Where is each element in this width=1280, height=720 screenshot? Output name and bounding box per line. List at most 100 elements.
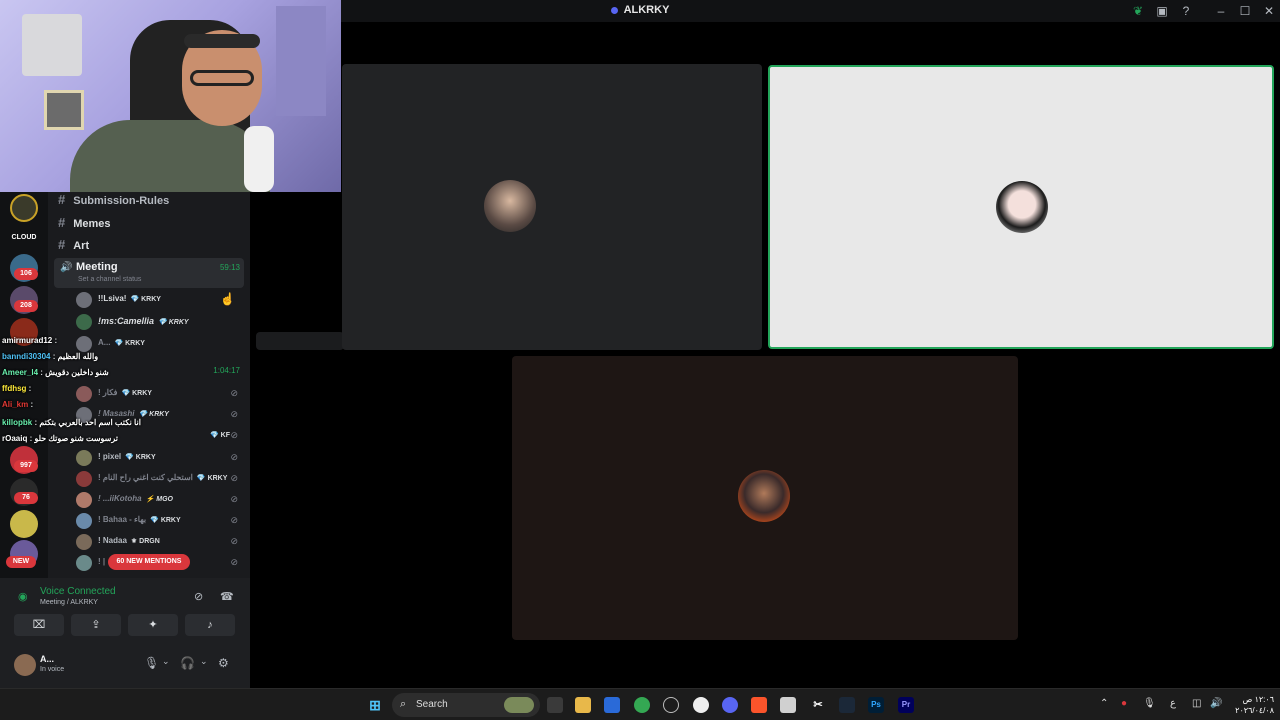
taskbar-search[interactable]: ⌕ Search	[392, 693, 540, 717]
participant-tile[interactable]	[342, 64, 762, 350]
chat-line: amirmurad12 :	[2, 336, 58, 345]
channel-status[interactable]: Set a channel status	[78, 276, 141, 283]
voice-user[interactable]: !!Lsiva! 💎 KRKY	[76, 290, 244, 310]
chevron-down-icon[interactable]: ⌄	[162, 656, 170, 667]
close-button[interactable]: ✕	[1261, 3, 1277, 19]
voice-status[interactable]: Voice Connected	[40, 586, 116, 597]
chat-line: Ali_km :	[2, 400, 34, 409]
voice-user[interactable]: ! استحلي كنت اغني راح النام 💎 KRKY ⊘	[76, 469, 244, 489]
participant-tile-speaking[interactable]	[768, 65, 1274, 349]
chat-line: ffdhsg :	[2, 384, 32, 393]
minimize-button[interactable]: –	[1213, 3, 1229, 19]
user-tag: KRKY	[149, 411, 169, 418]
server-icon[interactable]	[10, 194, 38, 222]
voice-user[interactable]: ! pixel 💎 KRKY ⊘	[76, 448, 244, 468]
maximize-button[interactable]: ☐	[1237, 3, 1253, 19]
chevron-down-icon[interactable]: ⌄	[200, 656, 208, 667]
disconnect-icon[interactable]: ☎	[220, 590, 234, 603]
windows-start-icon[interactable]: ⊞	[367, 697, 383, 713]
chat-user: killopbk	[2, 418, 33, 427]
steam-icon[interactable]	[839, 697, 855, 713]
user-tag: KRKY	[168, 319, 189, 326]
screen-share-button[interactable]: ⇪	[71, 614, 121, 636]
participant-avatar	[996, 181, 1048, 233]
clock[interactable]: ١٢:٠٦ ص ٢٠٢٦/٠٤/٠٨	[1230, 694, 1274, 716]
chrome-icon[interactable]	[634, 697, 650, 713]
server-badge: 76	[14, 492, 38, 504]
voice-user[interactable]: ! ...iiKotoha ⚡ MGO ⊘	[76, 490, 244, 510]
help-icon[interactable]: ?	[1178, 3, 1194, 19]
file-explorer-icon[interactable]	[575, 697, 591, 713]
voice-user[interactable]: A... 💎 KRKY	[76, 334, 244, 354]
channel-label: Memes	[73, 218, 111, 230]
user-name: !ms:Camellia	[98, 316, 155, 326]
headphones-icon[interactable]: 🎧	[180, 656, 195, 670]
noise-suppression-icon[interactable]: ⊘	[194, 590, 203, 603]
channel-memes[interactable]: # Memes	[58, 213, 111, 233]
gem-icon: 💎	[196, 475, 206, 482]
discord-taskbar-icon[interactable]	[722, 697, 738, 713]
hand-cursor-icon: ☝	[220, 292, 235, 306]
voice-channel-meeting[interactable]: 🔊 Meeting 59:13 Set a channel status	[54, 258, 244, 288]
gem-icon: 💎	[210, 432, 219, 439]
inbox-icon[interactable]: ▣	[1154, 3, 1170, 19]
volume-icon[interactable]: 🔊	[1210, 698, 1222, 709]
task-view-icon[interactable]	[547, 697, 563, 713]
participant-tile[interactable]	[512, 356, 1018, 640]
hash-icon: #	[58, 192, 66, 207]
glasses	[190, 70, 254, 86]
avatar	[76, 292, 92, 308]
participant-avatar	[484, 180, 536, 232]
user-name: ! |	[98, 557, 106, 566]
microphone-icon[interactable]: 🎙	[1143, 698, 1156, 709]
brave-icon[interactable]	[751, 697, 767, 713]
time: ١٢:٠٦ ص	[1242, 695, 1274, 704]
tray-app-icon[interactable]: ●	[1121, 698, 1127, 709]
search-icon: ⌕	[400, 698, 407, 710]
voice-user[interactable]: !ms:Camellia 💎 KRKY	[76, 312, 244, 332]
server-icon-cloud[interactable]: CLOUD	[10, 224, 38, 252]
avatar	[76, 450, 92, 466]
soundboard-button[interactable]: ♪	[185, 614, 235, 636]
user-name: ! Nadaa	[98, 536, 127, 545]
photoshop-icon[interactable]: Ps	[868, 697, 884, 713]
server-icon[interactable]	[10, 510, 38, 538]
new-mentions-button[interactable]: 60 NEW MENTIONS	[108, 554, 190, 570]
window-title-text: ALKRKY	[623, 4, 670, 16]
voice-user[interactable]: ! فكار 💎 KRKY ⊘	[76, 384, 244, 404]
leaf-icon[interactable]: ❦	[1130, 3, 1146, 19]
gem-icon: 💎	[130, 296, 140, 303]
channel-art[interactable]: # Art	[58, 235, 89, 255]
language-indicator[interactable]: ع	[1170, 698, 1176, 709]
obs-icon[interactable]	[663, 697, 679, 713]
channel-submission-rules[interactable]: # Submission-Rules	[58, 192, 169, 210]
user-name: !!Lsiva!	[98, 294, 127, 303]
chat-line: killopbk : انا نكتب اسم احد بالعربي بتكت…	[2, 418, 141, 427]
camera-button[interactable]: ⌧	[14, 614, 64, 636]
deafened-icon: ⊘	[230, 536, 238, 546]
gear-icon[interactable]: ⚙	[218, 656, 229, 670]
chat-user: amirmurad12	[2, 336, 53, 345]
avatar	[76, 492, 92, 508]
user-name: ! Bahaa - بهاء	[98, 515, 147, 524]
channel-list: # Submission-Rules # Memes # Art 🔊 Meeting …	[48, 192, 250, 578]
voice-channel-path[interactable]: Meeting / ALKRKY	[40, 599, 98, 606]
studio-microphone	[244, 126, 274, 192]
user-name: A...	[98, 338, 111, 347]
voice-user[interactable]: ! Bahaa - بهاء 💎 KRKY ⊘	[76, 511, 244, 531]
chevron-up-icon[interactable]: ⌃	[1100, 698, 1108, 709]
capcut-icon[interactable]: ✂	[810, 697, 826, 713]
premiere-icon[interactable]: Pr	[898, 697, 914, 713]
avatar	[76, 534, 92, 550]
voice-user[interactable]: ! Nadaa ⚜ DRGN ⊘	[76, 532, 244, 552]
chat-user: rOaaiq	[2, 434, 28, 443]
activities-button[interactable]: ✦	[128, 614, 178, 636]
store-icon[interactable]	[604, 697, 620, 713]
wifi-icon[interactable]: ◫	[1192, 698, 1201, 709]
app-icon[interactable]	[780, 697, 796, 713]
microphone-icon[interactable]: 🎙	[144, 656, 159, 670]
participant-avatar	[738, 470, 790, 522]
steam-link-icon[interactable]	[693, 697, 709, 713]
avatar[interactable]	[14, 654, 36, 676]
user-tag: DRGN	[139, 538, 160, 545]
